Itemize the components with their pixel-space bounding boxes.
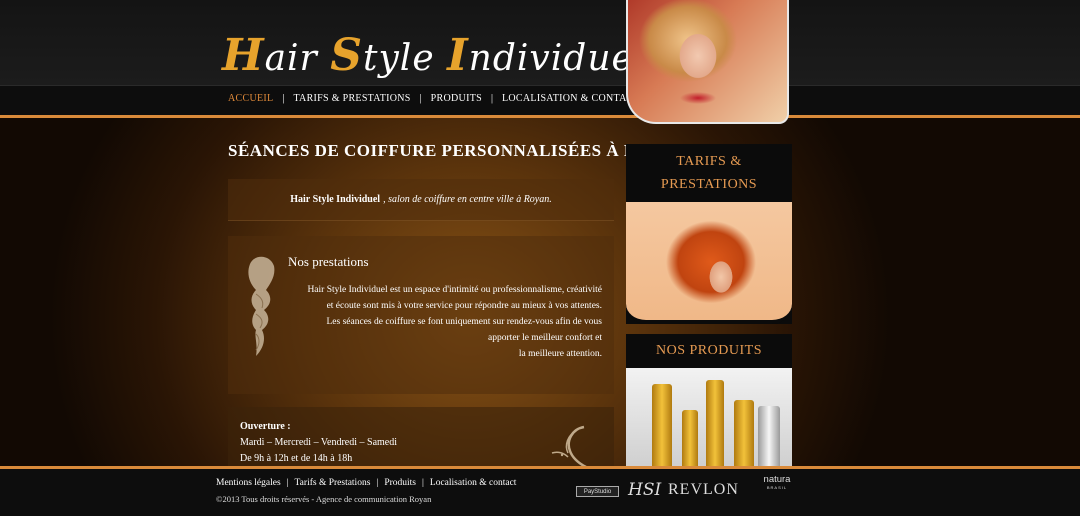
partner-logo-revlon[interactable]: REVLON [668,481,739,499]
nav-item-tarifs[interactable]: TARIFS & PRESTATIONS [293,93,410,104]
partner-logo-paystudio[interactable]: PayStudio [576,486,619,497]
header-model-photo [626,0,789,124]
footer-link-mentions[interactable]: Mentions légales [216,478,281,488]
footer-separator: | [422,478,424,488]
main-nav: ACCUEIL | TARIFS & PRESTATIONS | PRODUIT… [228,93,640,104]
footer-links: Mentions légales | Tarifs & Prestations … [216,478,516,488]
services-title: Nos prestations [288,254,369,269]
nav-separator: | [490,93,493,104]
nav-separator: | [282,93,285,104]
intro-text: , salon de coiffure en centre ville à Ro… [383,194,552,205]
opening-hours-box: Ouverture : Mardi – Mercredi – Vendredi … [228,407,614,468]
nav-item-accueil[interactable]: ACCUEIL [228,93,273,104]
site-logo[interactable]: Hair Style Individuel [222,30,646,81]
nav-item-produits[interactable]: PRODUITS [431,93,482,104]
woman-silhouette-icon [551,425,587,468]
partner-logo-natura[interactable]: natura BRASIL [758,474,796,490]
produits-card-photo[interactable] [626,368,792,468]
footer-link-tarifs[interactable]: Tarifs & Prestations [295,478,371,488]
nav-item-localisation[interactable]: LOCALISATION & CONTACT [502,93,640,104]
produits-card[interactable]: NOS PRODUITS [626,334,792,468]
braid-icon [248,256,275,356]
intro-box: Hair Style Individuel, salon de coiffure… [228,179,614,221]
footer-separator: | [376,478,379,488]
produits-card-title[interactable]: NOS PRODUITS [626,334,792,368]
tarifs-card-photo[interactable] [626,202,792,324]
partner-logo-hsi[interactable]: HSI [628,480,661,500]
nav-separator: | [419,93,422,104]
nav-divider [0,115,1080,118]
footer-link-produits[interactable]: Produits [384,478,416,488]
footer-link-localisation[interactable]: Localisation & contact [430,478,517,488]
tarifs-card[interactable]: TARIFS & PRESTATIONS [626,144,792,324]
page-title: SÉANCES DE COIFFURE PERSONNALISÉES À ROY… [228,141,688,160]
tarifs-card-title[interactable]: TARIFS & PRESTATIONS [626,144,792,202]
intro-salon-name: Hair Style Individuel [290,194,381,205]
site-footer [0,469,1080,516]
copyright-text: ©2013 Tous droits réservés - Agence de c… [216,494,432,504]
services-box: Nos prestations Hair Style Individuel es… [228,236,614,394]
services-description: Hair Style Individuel est un espace d'in… [307,285,602,359]
footer-separator: | [286,478,289,488]
